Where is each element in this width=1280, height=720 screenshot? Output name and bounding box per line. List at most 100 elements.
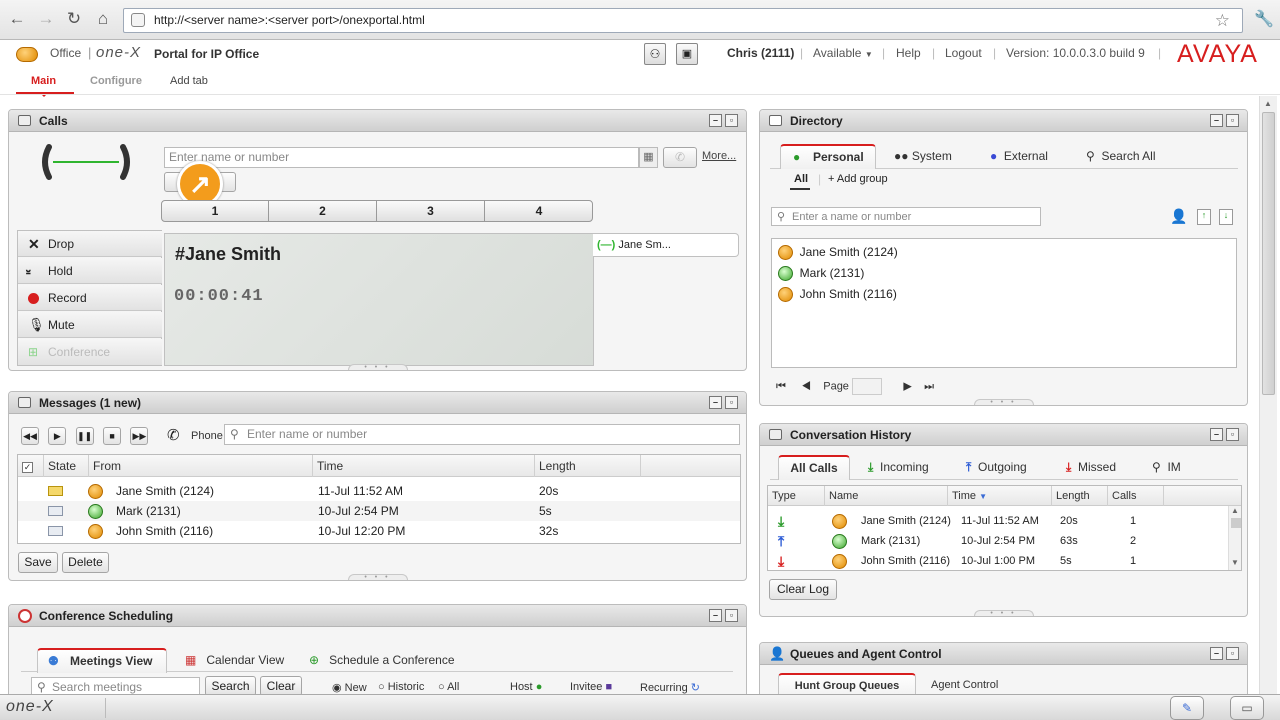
add-contact-icon[interactable]: 👤: [1170, 208, 1187, 225]
list-item[interactable]: Jane Smith (2124): [778, 242, 1236, 262]
import-icon[interactable]: ↑: [1197, 209, 1211, 225]
pause-icon[interactable]: ❚❚: [75, 427, 94, 445]
resize-grip[interactable]: • • •: [347, 364, 408, 370]
page-scrollbar[interactable]: ▲: [1259, 96, 1277, 694]
logout-link[interactable]: Logout: [945, 46, 982, 60]
subtab-all[interactable]: All: [794, 173, 808, 185]
tab-missed[interactable]: ⤓ Missed: [1066, 456, 1116, 478]
tab-search-all[interactable]: ⚲ Search All: [1086, 145, 1156, 167]
address-bar[interactable]: http://<server name>:<server port>/onexp…: [123, 8, 1243, 33]
table-row[interactable]: ⤒ Mark (2131) 10-Jul 2:54 PM 63s 2: [768, 531, 1241, 551]
tab-external[interactable]: ● External: [990, 145, 1048, 167]
scroll-up-icon[interactable]: ▲: [1231, 506, 1239, 515]
window-icon[interactable]: ▭: [1230, 696, 1264, 720]
tab-schedule-conference[interactable]: ⊕ Schedule a Conference: [309, 649, 455, 671]
table-row[interactable]: ⤓ John Smith (2116) 10-Jul 1:00 PM 5s 1: [768, 551, 1241, 570]
call-button[interactable]: ✆: [663, 147, 697, 168]
conference-button[interactable]: ⊞ Conference: [18, 339, 162, 365]
wrench-icon[interactable]: 🔧: [1254, 9, 1274, 29]
invitee-filter[interactable]: Invitee ■: [570, 681, 612, 693]
col-type[interactable]: Type: [768, 486, 825, 506]
tab-meetings-view[interactable]: ⚉ Meetings View: [37, 648, 167, 673]
save-button[interactable]: Save: [18, 552, 58, 573]
line-2[interactable]: 2: [269, 201, 377, 221]
col-time[interactable]: Time: [313, 455, 535, 477]
minimize-icon[interactable]: –: [709, 396, 722, 409]
tab-calendar-view[interactable]: ▦ Calendar View: [185, 649, 284, 671]
col-state[interactable]: State: [44, 455, 89, 477]
recurring-filter[interactable]: Recurring ↻: [640, 681, 700, 694]
col-calls[interactable]: Calls: [1108, 486, 1164, 506]
search-button[interactable]: Search: [205, 676, 256, 696]
radio-new[interactable]: ◉ New: [332, 681, 367, 694]
tab-im[interactable]: ⚲ IM: [1152, 456, 1181, 478]
dial-input[interactable]: Enter name or number: [164, 147, 639, 168]
maximize-icon[interactable]: ▫: [725, 114, 738, 127]
messages-search[interactable]: ⚲ Enter name or number: [224, 424, 740, 445]
pen-icon[interactable]: ✎: [1170, 696, 1204, 720]
maximize-icon[interactable]: ▫: [1226, 428, 1239, 441]
clear-button[interactable]: Clear: [260, 676, 302, 696]
resize-grip[interactable]: • • •: [973, 610, 1034, 616]
first-page-icon[interactable]: ⏮: [776, 380, 786, 392]
tab-outgoing[interactable]: ⤒ Outgoing: [966, 456, 1027, 478]
minimize-icon[interactable]: –: [1210, 647, 1223, 660]
history-scrollbar[interactable]: ▲ ▼: [1228, 506, 1241, 570]
col-time[interactable]: Time ▼: [948, 486, 1052, 506]
tab-add[interactable]: Add tab: [170, 75, 208, 87]
list-item[interactable]: John Smith (2116): [778, 284, 1236, 304]
call-tab-jane[interactable]: (—) Jane Sm...: [593, 233, 739, 257]
host-filter[interactable]: Host ●: [510, 681, 542, 693]
minimize-icon[interactable]: –: [1210, 428, 1223, 441]
status-dropdown[interactable]: Available ▼: [813, 46, 873, 60]
tab-incoming[interactable]: ⤓ Incoming: [868, 456, 929, 478]
clear-log-button[interactable]: Clear Log: [769, 579, 837, 600]
prev-page-icon[interactable]: ◀: [801, 380, 811, 392]
more-link[interactable]: More...: [702, 150, 736, 162]
maximize-icon[interactable]: ▫: [1226, 114, 1239, 127]
maximize-icon[interactable]: ▫: [725, 609, 738, 622]
col-name[interactable]: Name: [825, 486, 948, 506]
col-length[interactable]: Length: [535, 455, 641, 477]
resize-grip[interactable]: • • •: [973, 399, 1034, 405]
directory-search[interactable]: ⚲ Enter a name or number: [771, 207, 1041, 226]
tab-agent-control[interactable]: Agent Control: [931, 674, 998, 696]
record-button[interactable]: Record: [18, 285, 162, 311]
add-group-link[interactable]: + Add group: [828, 173, 888, 185]
reload-icon[interactable]: ↻: [63, 8, 85, 30]
help-link[interactable]: Help: [896, 46, 921, 60]
tab-system[interactable]: ●● System: [894, 145, 952, 167]
tab-all-calls[interactable]: All Calls: [778, 455, 850, 480]
tab-configure[interactable]: Configure: [90, 75, 142, 87]
radio-historic[interactable]: ○ Historic: [378, 681, 424, 693]
line-4[interactable]: 4: [485, 201, 592, 221]
last-page-icon[interactable]: ⏭: [924, 380, 934, 392]
back-icon[interactable]: ←: [6, 8, 28, 30]
scroll-thumb[interactable]: [1231, 518, 1241, 528]
table-row[interactable]: John Smith (2116) 10-Jul 12:20 PM 32s: [18, 521, 740, 541]
radio-all[interactable]: ○ All: [438, 681, 459, 693]
mute-button[interactable]: 🎙 Mute: [18, 312, 162, 338]
contacts-toolbar-icon[interactable]: ⚇: [644, 43, 666, 65]
drop-button[interactable]: ✕ Drop: [18, 231, 162, 257]
scroll-thumb[interactable]: [1262, 112, 1275, 395]
fast-forward-icon[interactable]: ▶▶: [130, 427, 149, 445]
minimize-icon[interactable]: –: [709, 609, 722, 622]
play-icon[interactable]: ▶: [48, 427, 67, 445]
rewind-icon[interactable]: ◀◀: [21, 427, 39, 445]
minimize-icon[interactable]: –: [709, 114, 722, 127]
table-row[interactable]: ⤓ Jane Smith (2124) 11-Jul 11:52 AM 20s …: [768, 511, 1241, 531]
home-icon[interactable]: ⌂: [92, 8, 114, 30]
maximize-icon[interactable]: ▫: [725, 396, 738, 409]
layout-toolbar-icon[interactable]: ▣: [676, 43, 698, 65]
list-item[interactable]: Mark (2131): [778, 263, 1236, 283]
page-input[interactable]: [852, 378, 882, 395]
table-row[interactable]: Jane Smith (2124) 11-Jul 11:52 AM 20s: [18, 481, 740, 501]
scroll-up-icon[interactable]: ▲: [1264, 99, 1272, 108]
resize-grip[interactable]: • • •: [347, 574, 408, 580]
keypad-icon[interactable]: ▦: [639, 147, 658, 168]
maximize-icon[interactable]: ▫: [1226, 647, 1239, 660]
export-icon[interactable]: ↓: [1219, 209, 1233, 225]
bookmark-star-icon[interactable]: ☆: [1215, 9, 1230, 32]
scroll-down-icon[interactable]: ▼: [1231, 558, 1239, 567]
